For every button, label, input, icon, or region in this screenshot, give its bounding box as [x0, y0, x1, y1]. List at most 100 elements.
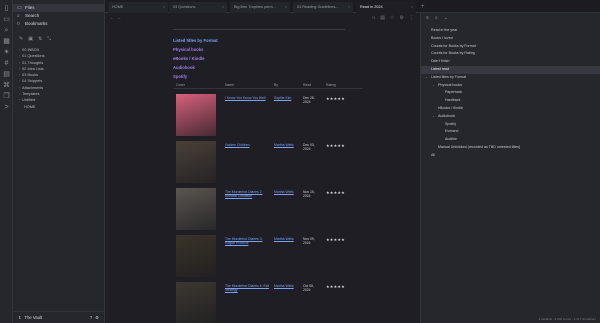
calendar-icon[interactable]: ▦	[0, 36, 13, 47]
column-header[interactable]: Cover	[176, 83, 185, 87]
file-item[interactable]: HOME	[13, 104, 105, 110]
chevron-right-icon: ›	[19, 85, 21, 90]
chevron-right-icon: ›	[19, 98, 21, 103]
outline-item-label: Didn't finish	[431, 59, 450, 64]
section-heading[interactable]: Listed titles by Format	[173, 38, 218, 43]
tab[interactable]: 03 Reading Guidelines... ×	[293, 2, 353, 13]
table-row: The Murderbot Diaries 3: Rogue Protocol M…	[173, 231, 363, 278]
column-header[interactable]: Rating	[326, 83, 336, 87]
tab[interactable]: HOME ×	[108, 2, 168, 13]
settings-icon[interactable]: ⚙	[95, 315, 99, 320]
search-icon[interactable]: ⌕	[435, 13, 438, 23]
book-title-link[interactable]: I Know You Know You Well	[225, 96, 270, 100]
chevron-down-icon[interactable]: ⌄	[432, 82, 437, 90]
right-sidebar: ≡ ⌕ ⌄ Read in the year Books I loved Count…	[420, 13, 600, 323]
chevron-right-icon: ›	[19, 92, 21, 97]
tree-item-label: Untitled	[22, 98, 36, 103]
column-header[interactable]: Name	[225, 83, 234, 87]
sidebar-icon[interactable]: ▯	[0, 3, 13, 14]
forward-arrow-icon[interactable]: →	[116, 15, 121, 21]
outline-item[interactable]: Read in the year	[421, 27, 600, 35]
section-heading[interactable]: eBooks / Kindle	[173, 56, 204, 61]
read-date: Nov 15, 2024	[303, 190, 315, 199]
outline-item[interactable]: Didn't finish	[421, 58, 600, 66]
close-icon[interactable]: ×	[163, 2, 165, 13]
outline-item[interactable]: Manual Unlinkked (recorded as TBD untest…	[421, 144, 600, 152]
book-title-link[interactable]: The Murderbot Diaries 4: Exit Strategy	[225, 284, 270, 292]
sort-icon[interactable]: ⇅	[38, 36, 42, 44]
left-sidebar: ▭ Files ⌕ Search ⌑ Bookmarks ✎ ▣ ⇅ ⤡ › 00 IN…	[13, 0, 105, 323]
gear-icon[interactable]: ⚙	[400, 13, 404, 24]
tag-icon[interactable]: #	[0, 58, 13, 69]
close-icon[interactable]: ×	[411, 2, 413, 13]
outline-item[interactable]: Books I loved	[421, 35, 600, 43]
author-link[interactable]: Martha Wells	[274, 190, 294, 194]
outline-item[interactable]: Latest read	[421, 65, 600, 74]
close-icon[interactable]: ×	[285, 2, 287, 13]
new-folder-icon[interactable]: ▣	[28, 36, 33, 44]
graph-icon[interactable]: ✶	[0, 47, 13, 58]
help-icon[interactable]: ?	[90, 315, 92, 320]
outline-item[interactable]: Counts for Books by Rating	[421, 50, 600, 58]
close-icon[interactable]: ×	[348, 2, 350, 13]
outline-item[interactable]: ⌄ Audiobook	[421, 113, 600, 121]
section-heading[interactable]: Audiobook	[173, 65, 195, 70]
new-tab-icon[interactable]: +	[421, 2, 425, 13]
outline-item[interactable]: Audible	[421, 136, 600, 144]
star-icon[interactable]: ☆	[390, 13, 394, 24]
outline-item[interactable]: Counts for Books by Format	[421, 43, 600, 51]
tab[interactable]: Big Ben Trophies perm... ×	[230, 2, 290, 13]
chevron-right-icon: ›	[19, 60, 21, 65]
tab-label: 03 Reading Guidelines...	[297, 5, 339, 9]
terminal-icon[interactable]: >	[0, 102, 13, 113]
outline-item-label: Spotify	[445, 121, 456, 126]
section-heading[interactable]: Physical books	[173, 47, 204, 52]
back-arrow-icon[interactable]: ←	[110, 15, 115, 21]
outline-item[interactable]: Spotify	[421, 121, 600, 129]
collapse-icon[interactable]: ⤡	[47, 36, 51, 44]
vault-switcher[interactable]: ⇕ The Vault ? ⚙	[13, 311, 105, 323]
book-title-link[interactable]: The Murderbot Diaries 3: Rogue Protocol	[225, 237, 270, 245]
author-link[interactable]: Sophie Kim	[274, 96, 291, 100]
book-icon[interactable]: ▤	[380, 13, 385, 24]
outline-item-label: eBooks / Kindle	[438, 105, 463, 110]
command-icon[interactable]: ⌘	[0, 80, 13, 91]
nav-files[interactable]: ▭ Files	[13, 4, 104, 12]
outline-item[interactable]: eBooks / Kindle	[421, 105, 600, 113]
template-icon[interactable]: ▤	[0, 69, 13, 80]
file-explorer-toolbar: ✎ ▣ ⇅ ⤡	[13, 36, 105, 44]
nav-search[interactable]: ⌕ Search	[13, 12, 104, 20]
table-row: I Know You Know You Well Sophie Kim Dec 28…	[173, 90, 363, 137]
outline-item[interactable]: Hardback	[421, 97, 600, 105]
outline-item[interactable]: Paperback	[421, 89, 600, 97]
folder-icon[interactable]: ▭	[0, 14, 13, 25]
new-note-icon[interactable]: ✎	[19, 36, 23, 44]
column-header[interactable]: Read	[303, 83, 311, 87]
chevron-down-icon[interactable]: ⌄	[432, 113, 437, 121]
column-header[interactable]: By	[274, 83, 278, 87]
outline-item[interactable]: ⌄ Physical books	[421, 82, 600, 90]
outline-item[interactable]: ⌄ Listed titles by Format	[421, 74, 600, 82]
code-icon[interactable]: ‹›	[372, 13, 375, 24]
tab[interactable]: Read in 2024 ×	[356, 2, 416, 13]
chevron-down-icon[interactable]: ⌄	[444, 13, 448, 23]
author-link[interactable]: Martha Wells	[274, 284, 294, 288]
outline-item[interactable]: All	[421, 152, 600, 160]
close-icon[interactable]: ×	[222, 2, 224, 13]
view-actions: ‹› ▤ ☆ ⚙ ⋮	[372, 13, 414, 24]
outline-item[interactable]: Everand	[421, 128, 600, 136]
section-heading[interactable]: Spotify	[173, 74, 187, 79]
search-icon[interactable]: ⌕	[0, 25, 13, 36]
book-title-link[interactable]: The Murderbot Diaries 2: Artificial Cond…	[225, 190, 270, 198]
book-icon[interactable]: ❐	[0, 91, 13, 102]
more-icon[interactable]: ⋮	[409, 13, 414, 24]
outline-icon[interactable]: ≡	[426, 13, 429, 23]
tab[interactable]: 03 Questions ×	[169, 2, 227, 13]
chevron-down-icon[interactable]: ⌄	[425, 74, 430, 82]
author-link[interactable]: Martha Wells	[274, 143, 294, 147]
author-link[interactable]: Martha Wells	[274, 237, 294, 241]
book-cover-image	[176, 141, 216, 183]
nav-bookmarks[interactable]: ⌑ Bookmarks	[13, 20, 104, 28]
tree-item-label: 00 INBOX	[22, 48, 40, 52]
book-title-link[interactable]: Golden Children	[225, 143, 270, 147]
